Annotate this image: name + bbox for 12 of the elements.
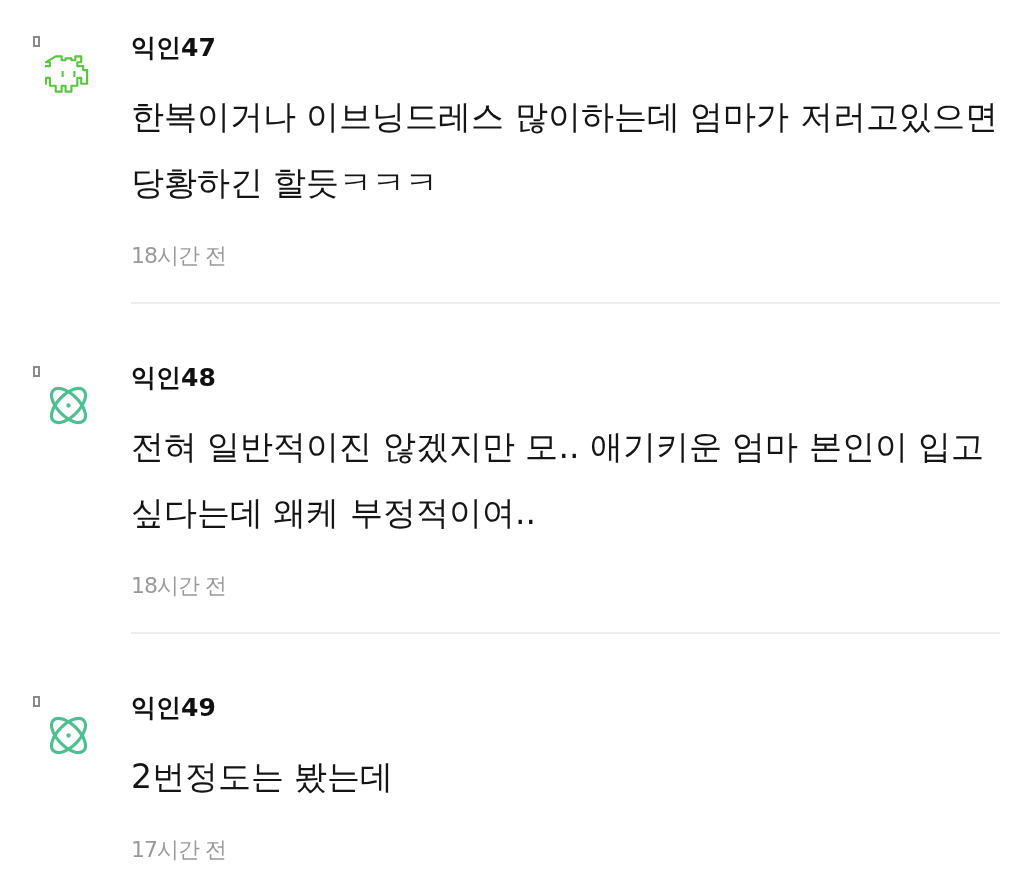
author-name: 익인47 <box>131 33 216 63</box>
comment-text: 전혀 일반적이진 않겠지만 모.. 애기키운 엄마 본인이 입고 싶다는데 왜케 부정적이여.. <box>131 426 986 534</box>
comment-time: 18시간 전 <box>131 242 226 270</box>
comment-time: 18시간 전 <box>131 572 226 600</box>
author-name: 익인48 <box>131 363 216 393</box>
comment-time: 17시간 전 <box>131 836 226 864</box>
rectangle-icon <box>33 696 40 707</box>
rectangle-icon <box>33 366 40 377</box>
author-name: 익인49 <box>131 693 216 723</box>
comment-text: 2번정도는 봤는데 <box>131 756 395 798</box>
rectangle-icon <box>33 36 40 47</box>
comment-text: 한복이거나 이브닝드레스 많이하는데 엄마가 저러고있으면 당황하긴 할듯ㅋㅋㅋ <box>131 96 999 204</box>
